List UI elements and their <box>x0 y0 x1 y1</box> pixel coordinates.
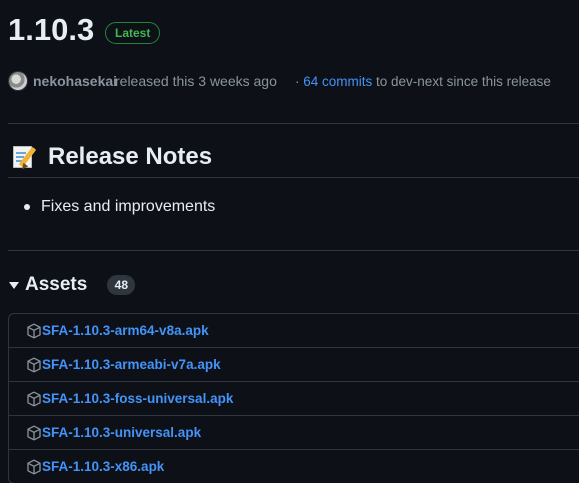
asset-link[interactable]: SFA-1.10.3-foss-universal.apk <box>42 391 233 406</box>
asset-row: SFA-1.10.3-armeabi-v7a.apk <box>9 347 579 381</box>
divider <box>8 250 579 251</box>
release-meta: nekohasekai released this 3 weeks ago · … <box>8 70 579 92</box>
assets-toggle[interactable]: Assets 48 <box>8 272 136 298</box>
asset-row: SFA-1.10.3-x86.apk <box>9 449 579 483</box>
latest-badge: Latest <box>105 22 161 44</box>
release-notes-title: Release Notes <box>48 143 213 170</box>
assets-title: Assets <box>25 274 88 295</box>
commits-prefix: · <box>295 74 304 89</box>
heading-underline <box>8 177 579 178</box>
asset-row: SFA-1.10.3-universal.apk <box>9 415 579 449</box>
commits-suffix: to dev-next since this release <box>372 74 551 89</box>
release-notes-heading: Release Notes <box>12 141 212 173</box>
release-version-title[interactable]: 1.10.3 <box>8 10 94 50</box>
bullet-icon <box>24 204 30 210</box>
divider <box>8 123 579 124</box>
package-icon <box>27 323 41 338</box>
package-icon <box>27 459 41 474</box>
avatar[interactable] <box>9 72 27 90</box>
asset-link[interactable]: SFA-1.10.3-armeabi-v7a.apk <box>42 357 221 372</box>
asset-list: SFA-1.10.3-arm64-v8a.apk SFA-1.10.3-arme… <box>8 313 579 483</box>
asset-link[interactable]: SFA-1.10.3-universal.apk <box>42 425 201 440</box>
asset-row: SFA-1.10.3-arm64-v8a.apk <box>9 314 579 347</box>
asset-row: SFA-1.10.3-foss-universal.apk <box>9 381 579 415</box>
package-icon <box>27 425 41 440</box>
author-link[interactable]: nekohasekai <box>33 70 117 92</box>
release-notes-list: Fixes and improvements <box>22 196 215 218</box>
list-item-text: Fixes and improvements <box>41 198 216 215</box>
commits-info: · 64 commits to dev-next since this rele… <box>295 71 551 93</box>
released-text: released this 3 weeks ago <box>115 73 277 89</box>
asset-link[interactable]: SFA-1.10.3-arm64-v8a.apk <box>42 323 209 338</box>
caret-down-icon <box>9 281 19 289</box>
list-item: Fixes and improvements <box>22 196 215 218</box>
memo-icon <box>12 144 37 172</box>
asset-link[interactable]: SFA-1.10.3-x86.apk <box>42 459 164 474</box>
package-icon <box>27 357 41 372</box>
package-icon <box>27 391 41 406</box>
assets-count-badge: 48 <box>107 275 136 295</box>
commits-link[interactable]: 64 commits <box>303 74 372 89</box>
